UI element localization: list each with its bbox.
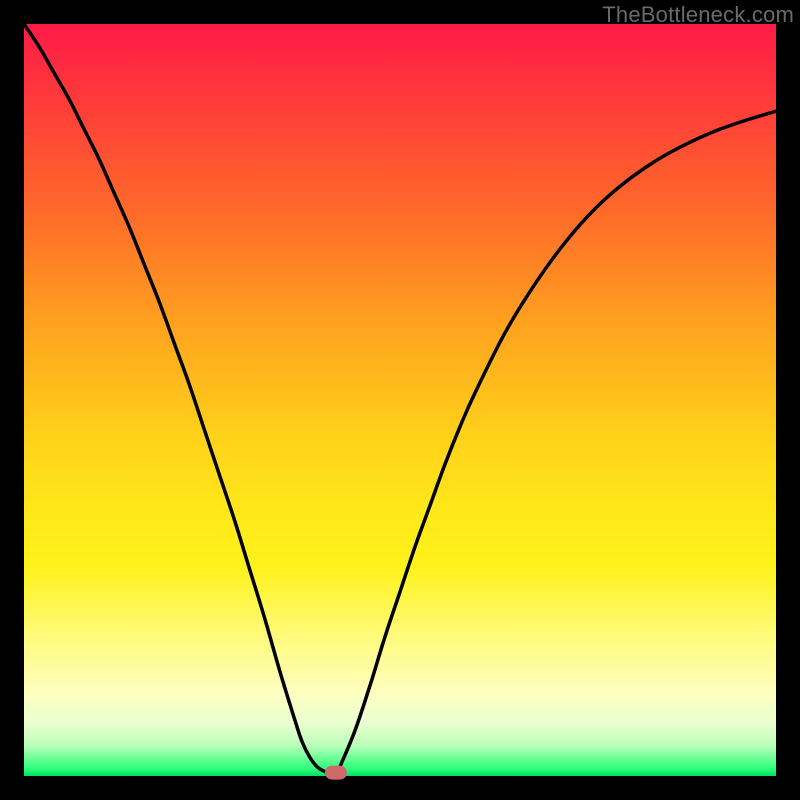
bottleneck-curve xyxy=(24,24,776,776)
curve-svg xyxy=(24,24,776,776)
plot-area xyxy=(24,24,776,776)
chart-frame: TheBottleneck.com xyxy=(0,0,800,800)
minimum-marker xyxy=(325,766,347,780)
